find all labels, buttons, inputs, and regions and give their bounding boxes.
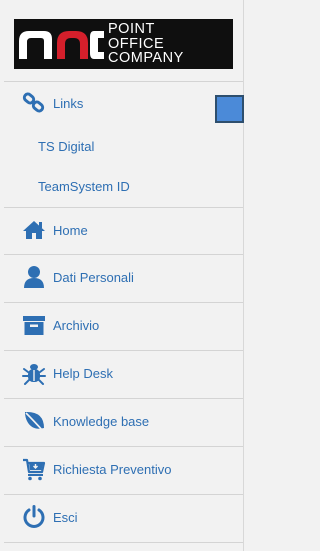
menu-item-label: Dati Personali <box>53 269 134 285</box>
menu-item-knowledge-base[interactable]: Knowledge base <box>0 398 243 444</box>
menu-item-label: Richiesta Preventivo <box>53 461 172 477</box>
sidebar-toggle-button[interactable] <box>215 95 244 123</box>
menu-item-label: Esci <box>53 509 78 525</box>
cart-icon <box>21 456 47 482</box>
menu-item-label: Links <box>53 95 84 111</box>
submenu-item-teamsystem-id[interactable]: TeamSystem ID <box>0 167 243 205</box>
logo-line-1: POINT <box>108 21 155 37</box>
power-icon <box>21 504 47 530</box>
menu-item-label: Home <box>53 222 88 238</box>
menu-item-label: Archivio <box>53 317 100 333</box>
menu-item-home[interactable]: Home <box>0 207 243 253</box>
archive-icon <box>21 312 47 338</box>
submenu-item-ts-digital[interactable]: TS Digital <box>0 127 243 165</box>
divider <box>4 542 243 543</box>
user-icon <box>21 264 47 290</box>
submenu-item-label: TS Digital <box>38 138 95 154</box>
menu-item-links[interactable]: Links <box>0 80 243 126</box>
bug-icon <box>21 360 47 386</box>
logo-text: POINT OFFICE COMPANY <box>108 22 184 66</box>
menu-item-label: Knowledge base <box>53 413 150 429</box>
menu-item-esci[interactable]: Esci <box>0 494 243 540</box>
logo-line-2: OFFICE <box>108 35 165 52</box>
menu-item-dati-personali[interactable]: Dati Personali <box>0 254 243 300</box>
menu-item-richiesta-preventivo[interactable]: Richiesta Preventivo <box>0 446 243 492</box>
submenu-item-label: TeamSystem ID <box>38 178 130 194</box>
company-logo[interactable]: POINT OFFICE COMPANY <box>14 19 233 69</box>
home-icon <box>21 217 47 243</box>
logo-line-3: COMPANY <box>108 50 184 66</box>
link-icon <box>21 90 47 116</box>
leaf-icon <box>21 408 47 434</box>
sidebar: POINT OFFICE COMPANY Links TS Digital Te… <box>0 0 244 551</box>
menu-item-help-desk[interactable]: Help Desk <box>0 350 243 396</box>
menu-item-archivio[interactable]: Archivio <box>0 302 243 348</box>
menu-item-label: Help Desk <box>53 365 113 381</box>
